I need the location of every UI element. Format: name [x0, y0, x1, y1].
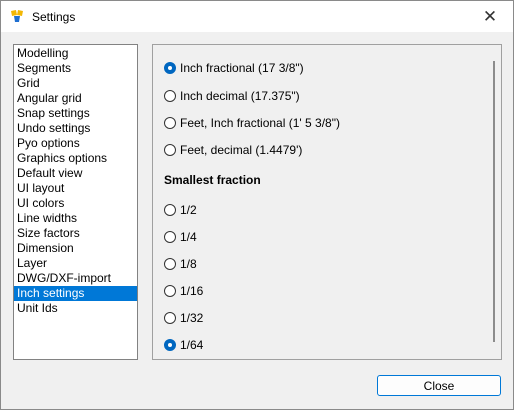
settings-window: Settings ✕ Modelling Segments Grid Angular …: [0, 0, 514, 410]
nav-item[interactable]: Layer: [14, 256, 137, 271]
nav-item[interactable]: Dimension: [14, 241, 137, 256]
nav-item[interactable]: Inch settings: [14, 286, 137, 301]
radio-unchecked-icon[interactable]: [164, 285, 176, 297]
inch-settings-panel: Inch fractional (17 3/8") Inch decimal (1…: [152, 44, 502, 360]
radio-option[interactable]: 1/4: [164, 229, 197, 245]
radio-unchecked-icon[interactable]: [164, 258, 176, 270]
nav-item[interactable]: UI layout: [14, 181, 137, 196]
nav-item[interactable]: Unit Ids: [14, 301, 137, 316]
title-bar: Settings ✕: [1, 1, 513, 32]
radio-label: 1/16: [180, 284, 204, 298]
radio-label: Inch decimal (17.375"): [180, 89, 300, 103]
nav-item[interactable]: Snap settings: [14, 106, 137, 121]
radio-unchecked-icon[interactable]: [164, 117, 176, 129]
radio-option[interactable]: 1/8: [164, 256, 197, 272]
nav-item[interactable]: DWG/DXF-import: [14, 271, 137, 286]
radio-label: Feet, Inch fractional (1' 5 3/8"): [180, 116, 340, 130]
radio-checked-icon[interactable]: [164, 62, 176, 74]
radio-label: 1/64: [180, 338, 204, 352]
radio-unchecked-icon[interactable]: [164, 90, 176, 102]
close-button[interactable]: Close: [377, 375, 501, 396]
radio-unchecked-icon[interactable]: [164, 231, 176, 243]
radio-unchecked-icon[interactable]: [164, 204, 176, 216]
nav-item[interactable]: Segments: [14, 61, 137, 76]
nav-item[interactable]: UI colors: [14, 196, 137, 211]
radio-unchecked-icon[interactable]: [164, 312, 176, 324]
radio-option[interactable]: Feet, decimal (1.4479'): [164, 142, 302, 158]
nav-item[interactable]: Size factors: [14, 226, 137, 241]
nav-item[interactable]: Line widths: [14, 211, 137, 226]
radio-label: 1/8: [180, 257, 197, 271]
nav-item[interactable]: Default view: [14, 166, 137, 181]
radio-label: 1/32: [180, 311, 204, 325]
window-title: Settings: [32, 10, 76, 24]
smallest-fraction-heading: Smallest fraction: [164, 173, 261, 187]
close-window-icon[interactable]: ✕: [467, 1, 513, 32]
nav-item[interactable]: Graphics options: [14, 151, 137, 166]
nav-item[interactable]: Modelling: [14, 46, 137, 61]
radio-label: Feet, decimal (1.4479'): [180, 143, 303, 157]
nav-item[interactable]: Undo settings: [14, 121, 137, 136]
scrollbar[interactable]: [493, 61, 495, 342]
nav-item[interactable]: Pyo options: [14, 136, 137, 151]
radio-option[interactable]: Feet, Inch fractional (1' 5 3/8"): [164, 115, 340, 131]
radio-unchecked-icon[interactable]: [164, 144, 176, 156]
app-icon: [11, 10, 23, 22]
radio-option[interactable]: 1/64: [164, 337, 203, 353]
radio-option[interactable]: 1/2: [164, 202, 197, 218]
radio-label: 1/2: [180, 203, 197, 217]
radio-option[interactable]: Inch decimal (17.375"): [164, 88, 300, 104]
radio-option[interactable]: 1/16: [164, 283, 203, 299]
radio-option[interactable]: 1/32: [164, 310, 203, 326]
nav-item[interactable]: Angular grid: [14, 91, 137, 106]
radio-option[interactable]: Inch fractional (17 3/8"): [164, 60, 304, 76]
radio-label: 1/4: [180, 230, 197, 244]
radio-label: Inch fractional (17 3/8"): [180, 61, 304, 75]
radio-checked-icon[interactable]: [164, 339, 176, 351]
settings-category-list[interactable]: Modelling Segments Grid Angular grid Snap se…: [13, 44, 138, 360]
nav-item[interactable]: Grid: [14, 76, 137, 91]
